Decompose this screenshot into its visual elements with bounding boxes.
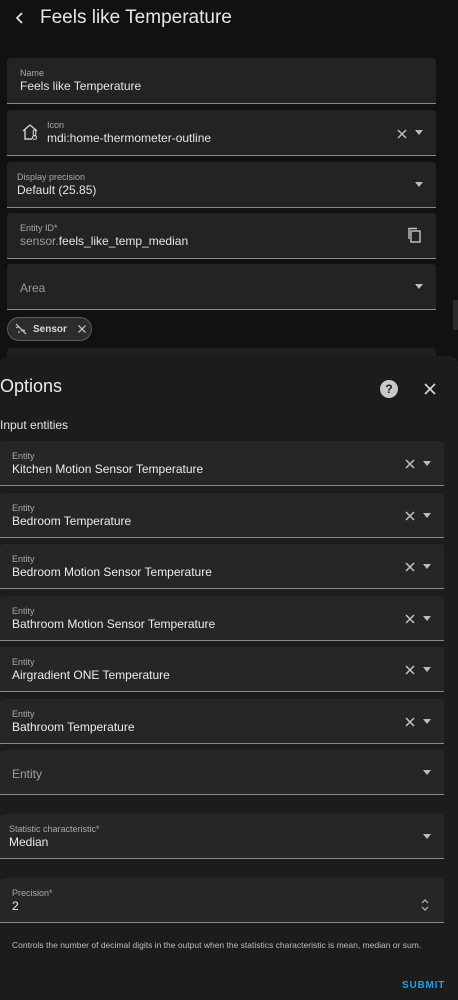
entity-id-value: sensor.feels_like_temp_median bbox=[20, 234, 188, 248]
chevron-down-icon[interactable] bbox=[423, 834, 431, 839]
entity-value: Bedroom Temperature bbox=[12, 514, 132, 528]
back-button[interactable] bbox=[8, 6, 32, 30]
empty-entity-select[interactable]: Entity bbox=[0, 750, 444, 795]
clear-icon[interactable] bbox=[403, 560, 417, 574]
precision-input[interactable]: Precision* 2 bbox=[0, 878, 444, 923]
clear-icon[interactable] bbox=[403, 663, 417, 677]
dialog-title: Options bbox=[0, 376, 63, 396]
clear-icon[interactable] bbox=[403, 457, 417, 471]
name-field-label: Name bbox=[20, 68, 45, 78]
statistic-characteristic-select[interactable]: Statistic characteristic* Median bbox=[0, 814, 444, 859]
entity-select[interactable]: Entity Bathroom Temperature bbox=[0, 699, 444, 744]
chevron-down-icon[interactable] bbox=[415, 130, 423, 135]
entity-label: Entity bbox=[12, 554, 35, 564]
entity-select[interactable]: Entity Bedroom Motion Sensor Temperature bbox=[0, 544, 444, 589]
top-app-bar: Feels like Temperature bbox=[0, 0, 458, 38]
chip-label: Sensor bbox=[33, 323, 67, 335]
icon-field[interactable]: Icon mdi:home-thermometer-outline bbox=[7, 110, 436, 156]
entity-select[interactable]: Entity Kitchen Motion Sensor Temperature bbox=[0, 441, 444, 486]
chevron-down-icon[interactable] bbox=[423, 770, 431, 775]
chevron-down-icon[interactable] bbox=[423, 513, 431, 518]
close-icon[interactable] bbox=[423, 382, 437, 396]
chevron-left-icon bbox=[15, 12, 23, 24]
number-stepper-icon[interactable] bbox=[420, 898, 430, 912]
copy-icon[interactable] bbox=[406, 227, 422, 244]
precision-helper-text: Controls the number of decimal digits in… bbox=[12, 940, 422, 950]
clear-icon[interactable] bbox=[403, 715, 417, 729]
display-precision-select[interactable]: Display precision Default (25.85) bbox=[7, 162, 436, 208]
chevron-down-icon[interactable] bbox=[415, 284, 423, 289]
precision-label: Precision* bbox=[12, 888, 53, 898]
sensor-icon bbox=[15, 323, 27, 335]
name-field[interactable]: Name Feels like Temperature bbox=[7, 58, 436, 104]
entity-value: Airgradient ONE Temperature bbox=[12, 668, 170, 682]
icon-field-label: Icon bbox=[47, 120, 65, 130]
entity-id-prefix: sensor. bbox=[20, 234, 59, 248]
icon-field-value: mdi:home-thermometer-outline bbox=[47, 131, 212, 145]
entity-id-label: Entity ID* bbox=[20, 223, 58, 233]
clear-icon[interactable] bbox=[395, 127, 409, 141]
scroll-edge bbox=[453, 300, 458, 330]
page-title: Feels like Temperature bbox=[40, 7, 232, 28]
chip-remove-icon[interactable] bbox=[77, 324, 87, 334]
clear-icon[interactable] bbox=[403, 509, 417, 523]
help-icon[interactable]: ? bbox=[380, 380, 398, 398]
options-dialog: Options ? Input entities Entity Kitchen … bbox=[0, 356, 458, 1000]
chevron-down-icon[interactable] bbox=[423, 667, 431, 672]
entity-label: Entity bbox=[12, 709, 35, 719]
home-thermometer-outline-icon bbox=[22, 124, 38, 141]
chevron-down-icon[interactable] bbox=[423, 719, 431, 724]
statistic-label: Statistic characteristic* bbox=[9, 824, 100, 834]
entity-value: Kitchen Motion Sensor Temperature bbox=[12, 462, 204, 476]
name-field-value: Feels like Temperature bbox=[20, 79, 142, 93]
area-placeholder: Area bbox=[20, 281, 46, 295]
entity-value: Bedroom Motion Sensor Temperature bbox=[12, 565, 212, 579]
entity-select[interactable]: Entity Airgradient ONE Temperature bbox=[0, 647, 444, 692]
entity-value: Bathroom Motion Sensor Temperature bbox=[12, 617, 216, 631]
device-class-chip[interactable]: Sensor bbox=[7, 317, 92, 341]
chevron-down-icon[interactable] bbox=[423, 564, 431, 569]
entity-label: Entity bbox=[12, 606, 35, 616]
entity-select[interactable]: Entity Bathroom Motion Sensor Temperatur… bbox=[0, 596, 444, 641]
entity-id-text: feels_like_temp_median bbox=[58, 234, 189, 248]
chevron-down-icon[interactable] bbox=[423, 616, 431, 621]
entity-placeholder: Entity bbox=[12, 767, 43, 781]
entity-id-field[interactable]: Entity ID* sensor.feels_like_temp_median bbox=[7, 213, 436, 259]
clear-icon[interactable] bbox=[403, 612, 417, 626]
entity-label: Entity bbox=[12, 451, 35, 461]
statistic-value: Median bbox=[9, 835, 49, 849]
entity-label: Entity bbox=[12, 503, 35, 513]
precision-value: 2 bbox=[12, 899, 19, 913]
display-precision-label: Display precision bbox=[17, 172, 86, 182]
chevron-down-icon[interactable] bbox=[423, 461, 431, 466]
submit-button[interactable]: SUBMIT bbox=[402, 980, 445, 991]
entity-label: Entity bbox=[12, 657, 35, 667]
entity-value: Bathroom Temperature bbox=[12, 720, 135, 734]
input-entities-label: Input entities bbox=[0, 418, 69, 432]
display-precision-value: Default (25.85) bbox=[17, 183, 97, 197]
chevron-down-icon[interactable] bbox=[415, 182, 423, 187]
area-select[interactable]: Area bbox=[7, 264, 436, 310]
entity-select[interactable]: Entity Bedroom Temperature bbox=[0, 493, 444, 538]
